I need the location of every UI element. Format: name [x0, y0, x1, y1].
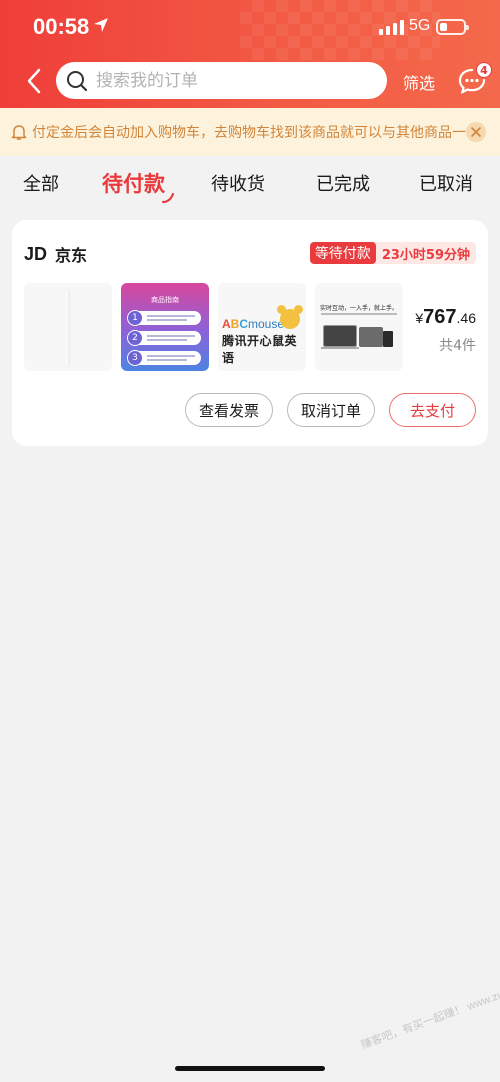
- message-button[interactable]: 4: [456, 62, 492, 97]
- jd-logo: JD: [24, 243, 48, 264]
- price-amount: ¥767.46: [415, 306, 476, 328]
- order-tabs: 全部 待付款 待收货 已完成 已取消: [0, 156, 500, 212]
- abcmouse-cn-name: 腾讯开心鼠英语: [222, 334, 298, 365]
- shop-header[interactable]: JD 京东: [24, 242, 87, 266]
- search-input[interactable]: [96, 70, 366, 91]
- notice-bar[interactable]: 付定金后会自动加入购物车，去购物车找到该商品就可以与其他商品一: [0, 108, 500, 156]
- item-count: 共4件: [439, 338, 476, 354]
- tab-completed[interactable]: 已完成: [316, 170, 370, 196]
- tab-pending-payment[interactable]: 待付款: [102, 168, 175, 204]
- location-arrow-icon: [92, 16, 110, 38]
- payment-countdown: 23小时59分钟: [381, 247, 470, 263]
- mouse-mascot-icon: [277, 305, 303, 329]
- apple-promo-title: 实时互动，一入手，就上手。: [319, 305, 398, 312]
- cancel-order-button[interactable]: 取消订单: [286, 393, 375, 427]
- product-image-guide[interactable]: 商品指南 1 2 3: [121, 283, 209, 371]
- guide-step: 2: [127, 330, 201, 346]
- laptop-image: [323, 325, 357, 347]
- order-actions: 查看发票 取消订单 去支付: [184, 393, 476, 427]
- product-thumbnails: 商品指南 1 2 3 ABCmouse 腾讯开心鼠英语 实时互动，一入手，就上手…: [24, 283, 403, 371]
- message-badge: 4: [476, 62, 492, 78]
- notice-text: 付定金后会自动加入购物车，去购物车找到该商品就可以与其他商品一: [32, 125, 466, 141]
- tab-cancelled[interactable]: 已取消: [419, 170, 473, 196]
- battery-icon: [436, 19, 469, 35]
- pay-button[interactable]: 去支付: [388, 393, 476, 427]
- network-type: 5G: [409, 17, 431, 34]
- chevron-left-icon: [27, 68, 41, 94]
- bell-icon: [11, 125, 27, 140]
- order-card[interactable]: JD 京东 等待付款 23小时59分钟 商品指南 1 2 3 ABCmouse: [12, 220, 488, 446]
- search-icon: [66, 70, 88, 92]
- nav-bar: 筛选 4: [0, 56, 500, 106]
- guide-title: 商品指南: [151, 296, 179, 304]
- pencil-image: [65, 289, 70, 367]
- tab-pending-payment-label: 待付款: [102, 172, 165, 196]
- guide-step: 1: [127, 310, 201, 326]
- notice-close-button[interactable]: [466, 122, 486, 142]
- battery-level: [440, 23, 447, 31]
- view-invoice-button[interactable]: 查看发票: [184, 393, 273, 427]
- back-button[interactable]: [20, 66, 48, 96]
- watermark: 赚客吧，有买一起赚！ www.zuanke8.com: [359, 970, 500, 1052]
- tab-to-receive[interactable]: 待收货: [211, 170, 265, 196]
- status-bar: 00:58 5G: [0, 0, 500, 56]
- order-status: 等待付款 23小时59分钟: [309, 242, 476, 264]
- close-icon: [471, 127, 481, 137]
- phone-image: [383, 331, 393, 347]
- tab-active-indicator: [161, 192, 175, 204]
- home-indicator[interactable]: [175, 1066, 325, 1071]
- abcmouse-logo: ABCmouse: [222, 317, 285, 331]
- tablet-image: [359, 327, 383, 347]
- product-image-apple[interactable]: 实时互动，一入手，就上手。: [315, 283, 403, 371]
- guide-step: 3: [127, 350, 201, 366]
- order-price: ¥767.46 共4件: [415, 306, 476, 355]
- search-box[interactable]: [56, 62, 387, 99]
- tab-all[interactable]: 全部: [23, 170, 59, 196]
- product-image-pencil[interactable]: [24, 283, 112, 371]
- shop-name: 京东: [55, 246, 88, 265]
- signal-icon: [379, 20, 404, 35]
- product-image-abcmouse[interactable]: ABCmouse 腾讯开心鼠英语: [218, 283, 306, 371]
- filter-button[interactable]: 筛选: [403, 70, 435, 94]
- status-badge: 等待付款: [309, 242, 376, 264]
- status-time: 00:58: [33, 14, 90, 39]
